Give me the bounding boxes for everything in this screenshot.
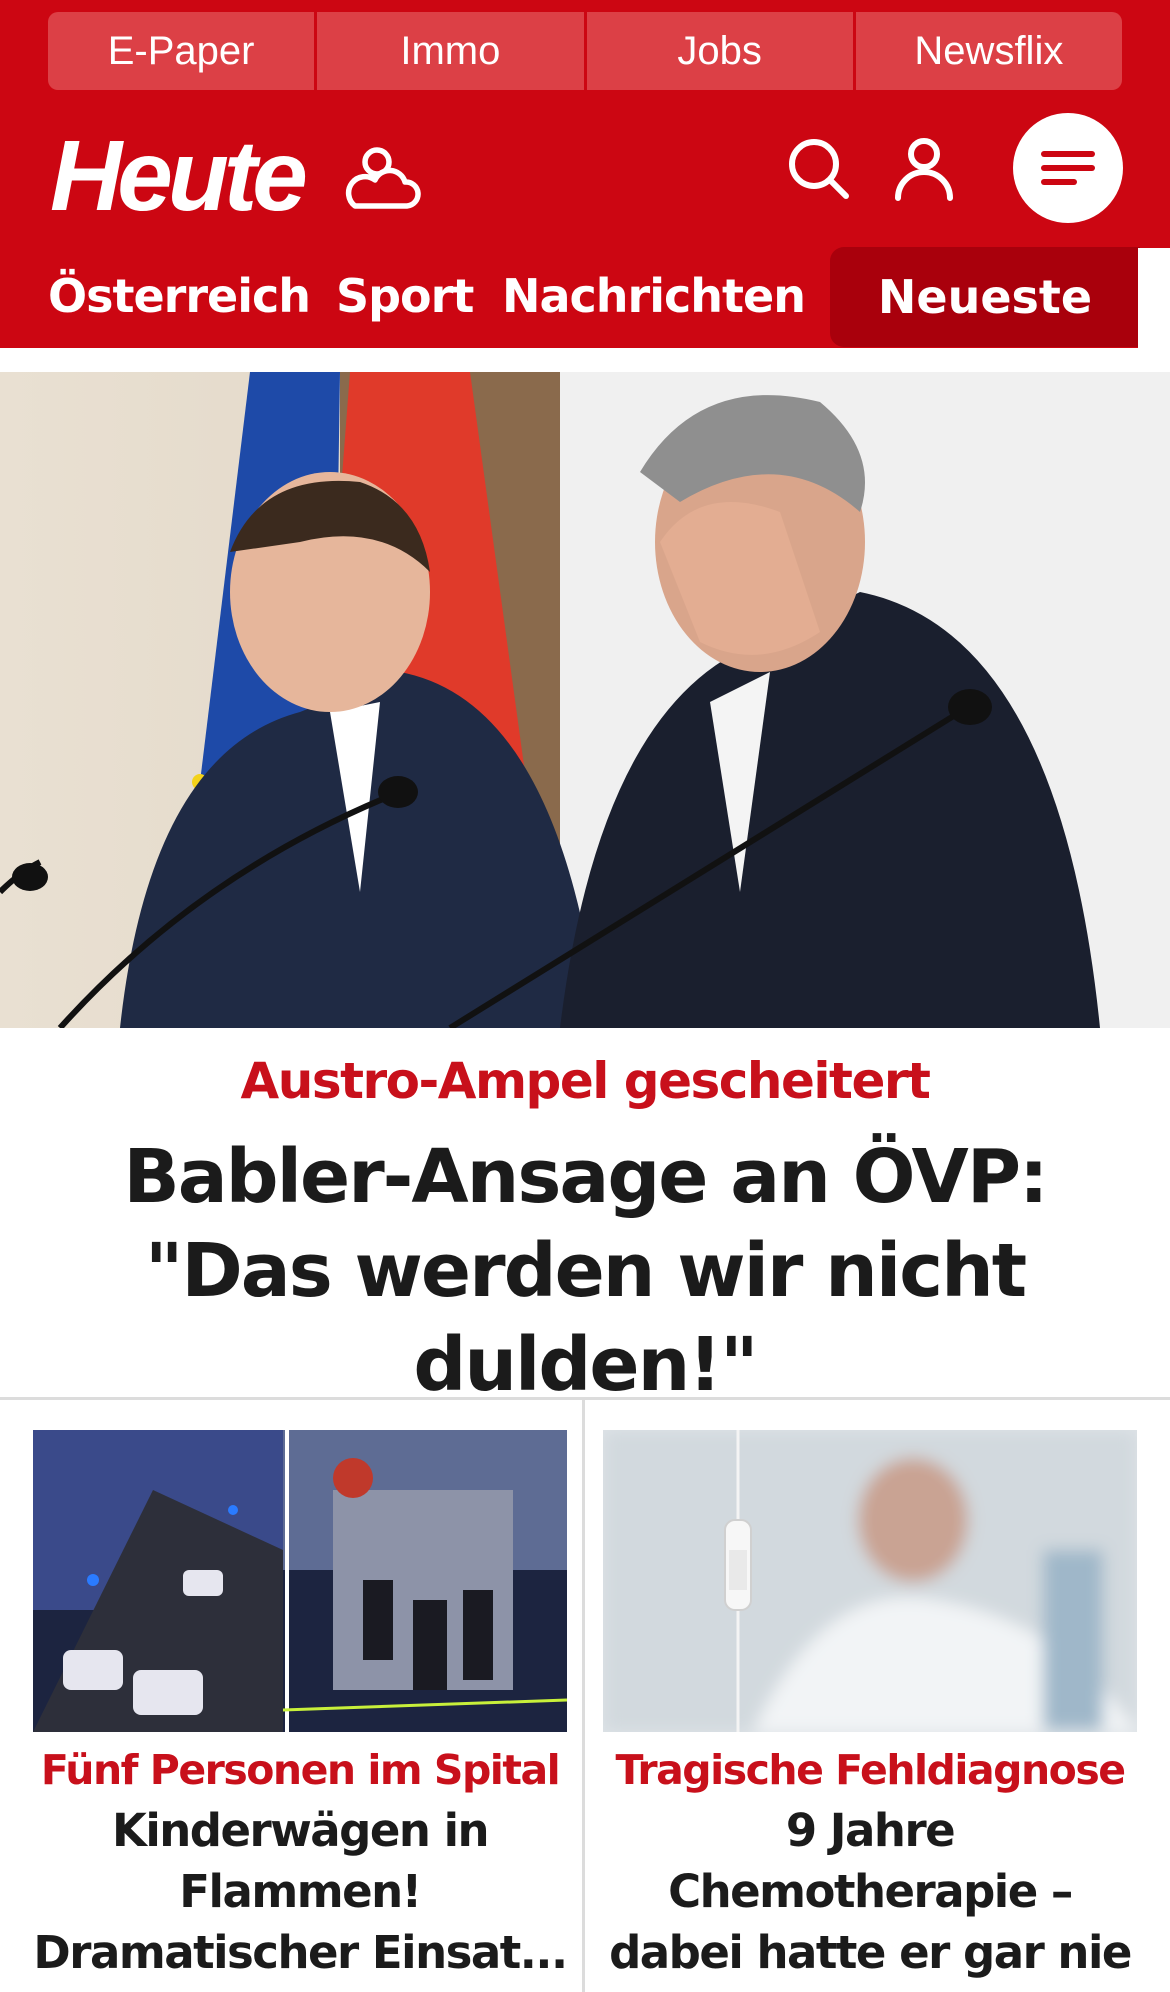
toplink-epaper[interactable]: E-Paper: [48, 12, 318, 90]
teaser-headline: 9 Jahre Chemotherapie – dabei hatte er g…: [609, 1804, 1132, 1992]
section-divider: [0, 1397, 1170, 1400]
hero-image[interactable]: [0, 372, 1170, 1028]
nav-item-nachrichten[interactable]: Nachrichten: [502, 269, 806, 323]
teaser-image-fire-operation[interactable]: [33, 1430, 567, 1732]
toplink-jobs[interactable]: Jobs: [586, 12, 856, 90]
header-edge: [1138, 248, 1170, 348]
search-icon[interactable]: [778, 128, 858, 208]
teaser-kicker: Tragische Fehldiagnose: [615, 1746, 1126, 1794]
teaser-image-hospital-patient[interactable]: [603, 1430, 1137, 1732]
menu-button[interactable]: [1013, 113, 1123, 223]
column-divider: [582, 1400, 585, 1992]
weather-cloud-sun-icon[interactable]: [345, 140, 425, 220]
hero-kicker[interactable]: Austro-Ampel gescheitert: [0, 1052, 1170, 1110]
teaser-headline: Kinderwägen in Flammen! Dramatischer Ein…: [33, 1804, 568, 1979]
toplink-newsflix[interactable]: Newsflix: [855, 12, 1122, 90]
hero-headline[interactable]: Babler-Ansage an ÖVP: "Das werden wir ni…: [60, 1130, 1110, 1412]
nav-item-neueste[interactable]: Neueste: [830, 247, 1140, 347]
teaser-kicker: Fünf Personen im Spital: [40, 1746, 561, 1794]
top-links-bar: E-Paper Immo Jobs Newsflix: [48, 12, 1122, 90]
main-nav: Österreich Sport Nachrichten Neueste: [0, 245, 1170, 348]
article-teaser[interactable]: Fünf Personen im Spital Kinderwägen in F…: [33, 1430, 568, 1983]
menu-icon: [1041, 151, 1095, 185]
nav-item-sport[interactable]: Sport: [336, 269, 474, 323]
article-teaser[interactable]: Tragische Fehldiagnose 9 Jahre Chemother…: [603, 1430, 1137, 1992]
toplink-immo[interactable]: Immo: [317, 12, 587, 90]
nav-item-oesterreich[interactable]: Österreich: [48, 269, 311, 323]
site-header: E-Paper Immo Jobs Newsflix Heute Österre…: [0, 0, 1170, 348]
user-icon[interactable]: [884, 128, 964, 208]
site-logo[interactable]: Heute: [50, 126, 308, 226]
